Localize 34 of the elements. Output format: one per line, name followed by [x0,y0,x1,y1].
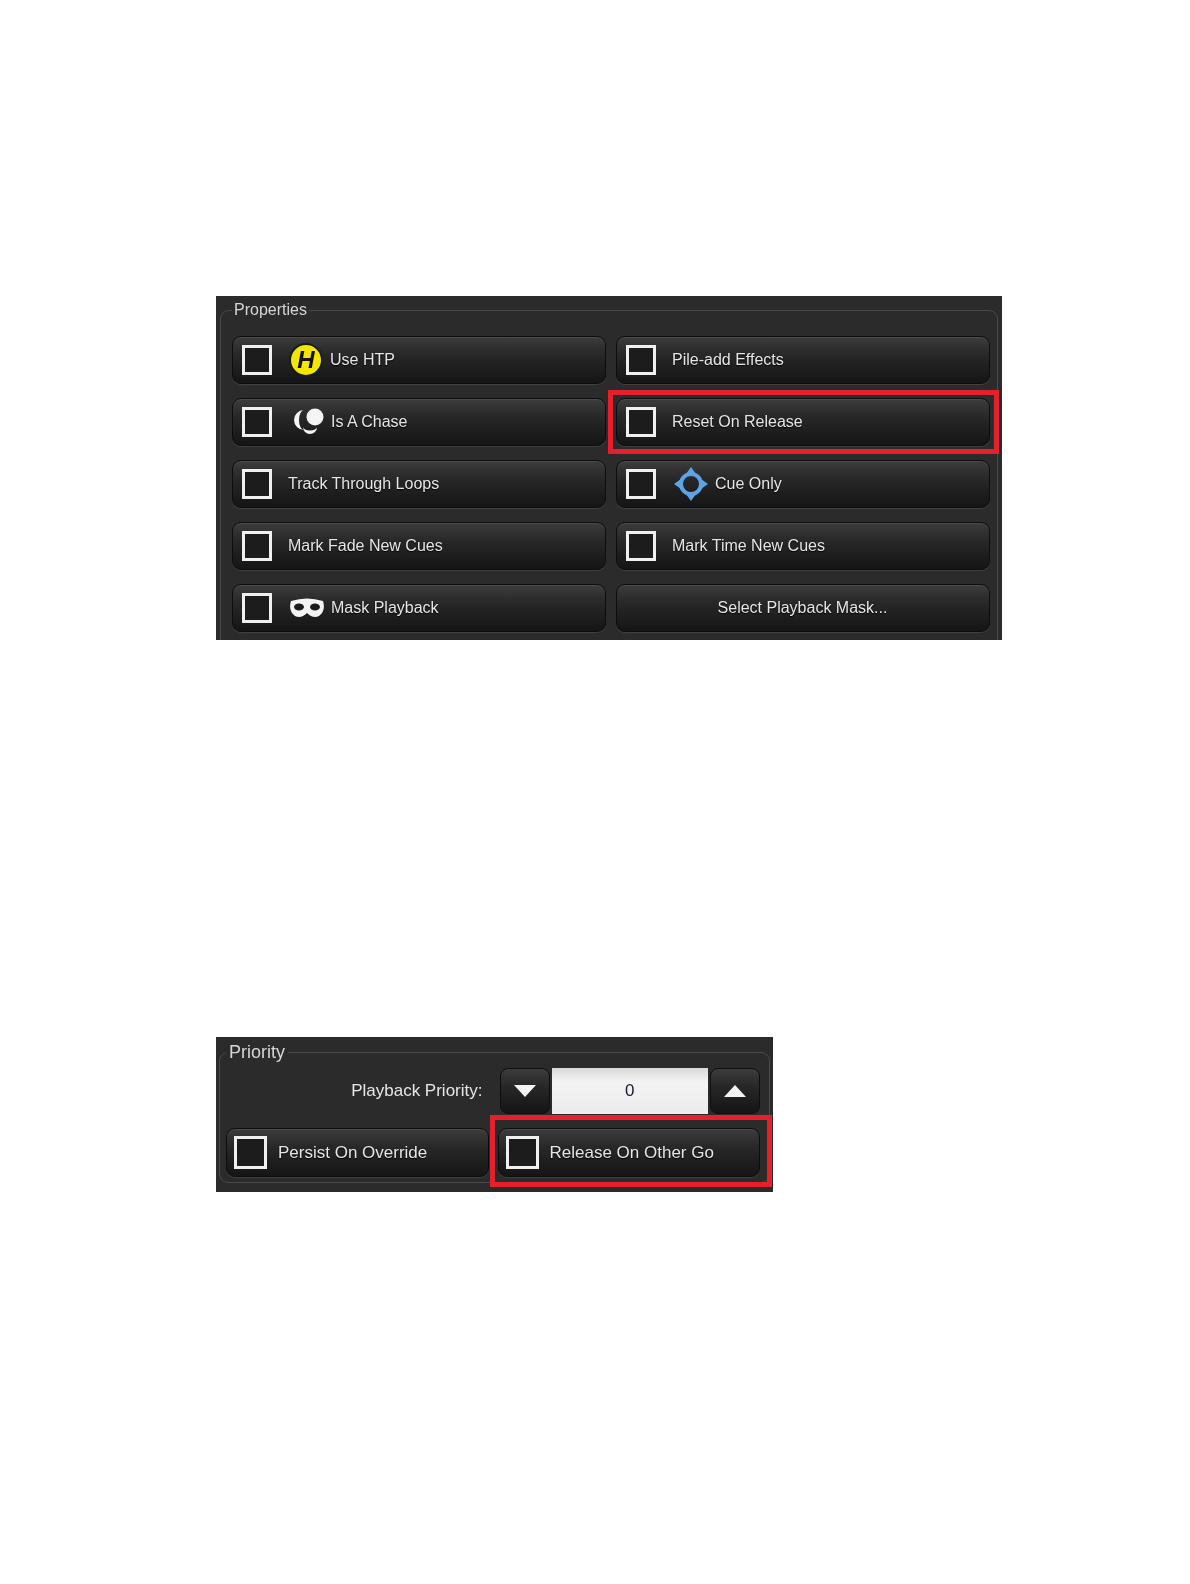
toggle-button[interactable]: Cue Only [616,460,990,508]
crosshair-icon [673,466,709,502]
group-title: Priority [228,1042,286,1063]
select-mask-button[interactable]: Select Playback Mask... [616,584,990,632]
toggle-button[interactable]: Reset On Release [616,398,990,446]
increase-button[interactable] [710,1068,760,1114]
toggle-button[interactable]: Mark Time New Cues [616,522,990,570]
checkbox[interactable] [242,345,272,375]
group-title: Properties [233,301,308,319]
checkbox[interactable] [234,1136,267,1169]
toggle-button[interactable]: Pile-add Effects [616,336,990,384]
htp-logo: H [289,343,323,377]
toggle-button[interactable]: Release On Other Go [497,1128,760,1177]
toggle-button[interactable]: Mask Playback [232,584,606,632]
toggle-button[interactable]: Mark Fade New Cues [232,522,606,570]
checkbox[interactable] [505,1136,539,1169]
field-label: Playback Priority: [351,1081,483,1101]
toggle-button[interactable]: Track Through Loops [232,460,606,508]
checkbox[interactable] [626,407,656,437]
toggle-button[interactable]: H Use HTP [232,336,606,384]
priority-value-field[interactable]: 0 [551,1068,708,1114]
checkbox[interactable] [626,469,656,499]
checkbox[interactable] [242,531,272,561]
down-triangle-icon [513,1085,536,1097]
up-triangle-icon [724,1085,746,1097]
checkbox[interactable] [242,469,272,499]
checkbox[interactable] [242,593,272,623]
toggle-button[interactable]: Persist On Override [226,1128,489,1177]
checkbox[interactable] [626,345,656,375]
decrease-button[interactable] [499,1068,550,1114]
checkbox[interactable] [242,407,272,437]
checkbox[interactable] [626,531,656,561]
toggle-button[interactable]: Is A Chase [232,398,606,446]
mask-icon [289,597,325,619]
